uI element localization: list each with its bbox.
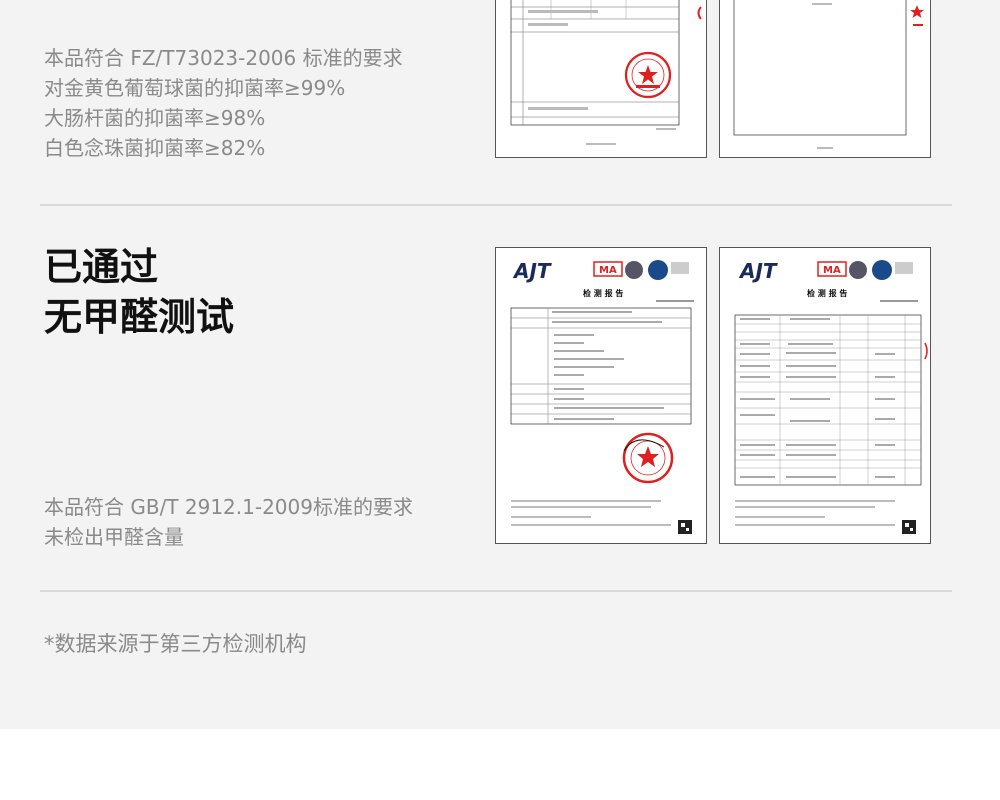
headline-line: 无甲醛测试 <box>44 295 235 339</box>
claim-line: 本品符合 GB/T 2912.1-2009标准的要求 <box>44 495 413 519</box>
report-title: 检 测 报 告 <box>583 288 623 298</box>
ajt-logo: AJT <box>512 259 552 283</box>
report-title: 检 测 报 告 <box>807 288 847 298</box>
ajt-logo: AJT <box>738 259 778 283</box>
antibacterial-claims: 本品符合 FZ/T73023-2006 标准的要求 对金黄色葡萄球菌的抑菌率≥9… <box>44 43 403 163</box>
data-source-note: *数据来源于第三方检测机构 <box>44 632 307 656</box>
headline-line: 已通过 <box>44 245 159 289</box>
claim-line: 本品符合 FZ/T73023-2006 标准的要求 <box>44 46 403 70</box>
formaldehyde-claims: 本品符合 GB/T 2912.1-2009标准的要求 未检出甲醛含量 <box>44 492 413 552</box>
claim-line: 未检出甲醛含量 <box>44 525 184 549</box>
claim-line: 白色念珠菌抑菌率≥82% <box>44 136 266 160</box>
claim-line: 大肠杆菌的抑菌率≥98% <box>44 106 266 130</box>
formaldehyde-headline: 已通过 无甲醛测试 <box>44 242 234 342</box>
section-divider <box>40 590 952 592</box>
report-page-top-left <box>495 0 707 158</box>
cma-mark: MA <box>599 265 617 276</box>
cma-mark: MA <box>823 265 841 276</box>
test-results-page: AJT MA 检 测 报 告 <box>719 247 931 544</box>
section-divider <box>40 204 952 206</box>
claim-line: 对金黄色葡萄球菌的抑菌率≥99% <box>44 76 346 100</box>
test-report-cover: AJT MA 检 测 报 告 <box>495 247 707 544</box>
report-page-top-right <box>719 0 931 158</box>
